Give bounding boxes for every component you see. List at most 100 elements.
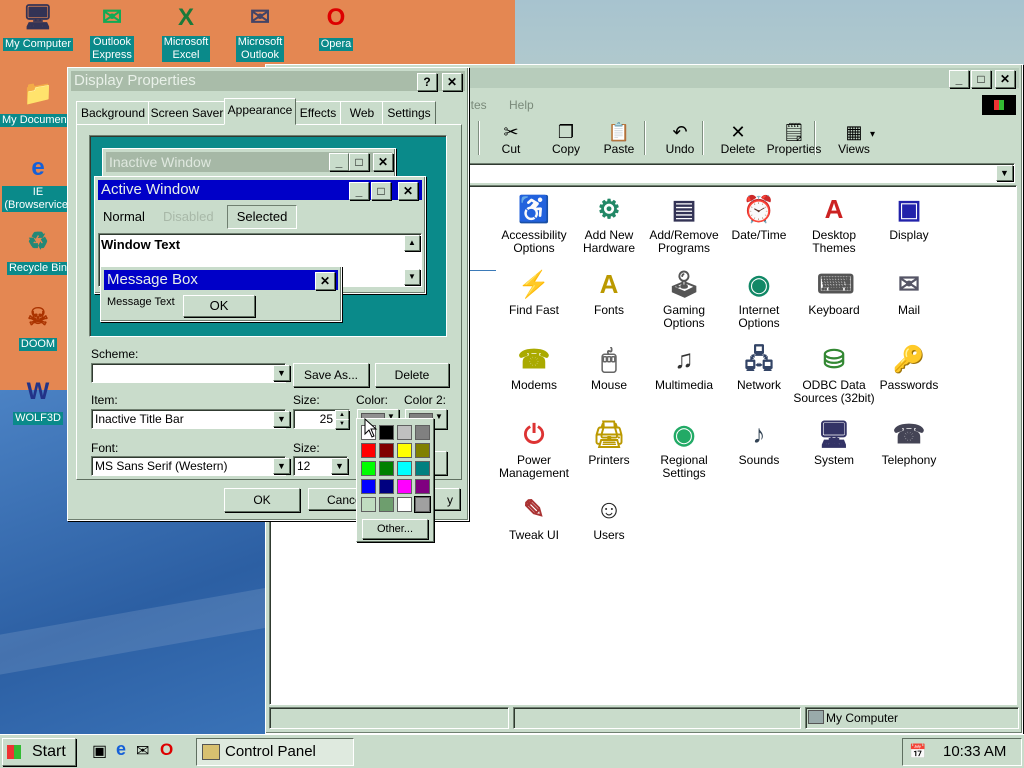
color-swatch[interactable] [415,461,430,476]
toolbar-cut-button[interactable]: ✂ Cut [483,122,539,156]
color-swatch[interactable] [397,461,412,476]
control-panel-item[interactable]: ◉ Internet Options [717,267,801,330]
color-swatch[interactable] [361,479,376,494]
views-dropdown-icon[interactable]: ▾ [870,129,875,140]
color-swatch[interactable] [379,479,394,494]
control-panel-item[interactable]: ✎ Tweak UI [492,492,576,542]
control-panel-item[interactable]: ⚙ Add New Hardware [567,192,651,255]
control-panel-item[interactable]: A Desktop Themes [792,192,876,255]
item-dropdown-icon[interactable]: ▼ [273,411,290,427]
toolbar-undo-button[interactable]: ↶ Undo [652,122,708,156]
tab-web[interactable]: Web [340,101,384,125]
color-label: Color: [356,393,389,407]
desktop-icon[interactable]: W WOLF3D [0,376,76,425]
control-panel-item[interactable]: ♫ Multimedia [642,342,726,392]
control-panel-item[interactable]: ☎ Modems [492,342,576,392]
control-panel-item[interactable]: ⛁ ODBC Data Sources (32bit) [792,342,876,405]
color-swatch[interactable] [397,479,412,494]
font-dropdown-icon[interactable]: ▼ [273,458,290,474]
toolbar-paste-button[interactable]: 📋 Paste [591,122,647,156]
other-color-button[interactable]: Other... [362,519,428,539]
color-swatch[interactable] [379,497,394,512]
color-swatch[interactable] [397,425,412,440]
control-panel-item[interactable]: 🖥 System [792,417,876,467]
control-panel-item[interactable]: 🖧 Network [717,342,801,392]
dialog-titlebar[interactable]: Display Properties [71,71,465,91]
minimize-button[interactable]: _ [949,70,969,88]
menu-help[interactable]: Help [509,98,534,112]
scheme-select[interactable] [91,363,286,383]
desktop-icon[interactable]: ☠ DOOM [0,302,76,351]
clock[interactable]: 10:33 AM [943,743,1006,760]
control-panel-item[interactable]: ⌨ Keyboard [792,267,876,317]
control-panel-item[interactable]: ▣ Display [867,192,951,242]
maximize-button[interactable]: □ [971,70,991,88]
control-panel-item[interactable]: ◉ Regional Settings [642,417,726,480]
spin-down-icon[interactable]: ▼ [335,419,349,429]
control-panel-item[interactable]: ♿ Accessibility Options [492,192,576,255]
help-button[interactable]: ? [417,73,437,91]
control-panel-item[interactable]: ✉ Mail [867,267,951,317]
control-panel-item[interactable]: 🖱 Mouse [567,342,651,392]
control-panel-item[interactable]: ☺ Users [567,492,651,542]
outlook-express-icon[interactable]: ✉ [136,741,149,761]
opera-icon[interactable]: O [160,740,173,760]
desktop-icon[interactable]: 📁 My Documents [0,78,78,127]
control-panel-item[interactable]: 🕹 Gaming Options [642,267,726,330]
show-desktop-icon[interactable]: ▣ [92,741,107,761]
scheme-dropdown-icon[interactable]: ▼ [273,365,290,381]
address-dropdown-icon[interactable]: ▼ [996,165,1013,181]
control-panel-item[interactable]: ⏰ Date/Time [717,192,801,242]
desktop-icon[interactable]: e IE (Browservice) [0,152,76,212]
control-panel-item[interactable]: 🔑 Passwords [867,342,951,392]
taskbar-control-panel[interactable]: Control Panel [196,738,354,766]
color-swatch[interactable] [379,425,394,440]
color-swatch[interactable] [379,443,394,458]
desktop-icon[interactable]: 🖥 My Computer [0,2,76,51]
desktop-icon[interactable]: ✉ Outlook Express [74,2,150,62]
color-swatch[interactable] [415,479,430,494]
color-swatch[interactable] [379,461,394,476]
tab-effects[interactable]: Effects [294,101,342,125]
ie-icon: e [31,154,45,181]
tab-settings[interactable]: Settings [382,101,436,125]
desktop-icon[interactable]: ✉ Microsoft Outlook [222,2,298,62]
menu-favorites[interactable]: ites [468,98,487,112]
color-swatch[interactable] [397,443,412,458]
toolbar-copy-button[interactable]: ❐ Copy [538,122,594,156]
tab-background[interactable]: Background [76,101,150,125]
toolbar-separator [702,121,704,155]
color-swatch[interactable] [361,443,376,458]
font-select[interactable]: MS Sans Serif (Western) [91,456,286,476]
control-panel-item[interactable]: 🖨 Printers [567,417,651,467]
save-as-button[interactable]: Save As... [293,363,369,387]
color-swatch[interactable] [361,497,376,512]
dialog-close-button[interactable]: ✕ [442,73,462,91]
color-swatch[interactable] [414,496,431,513]
item-select[interactable]: Inactive Title Bar [91,409,286,429]
control-panel-item[interactable]: ♪ Sounds [717,417,801,467]
control-panel-item[interactable]: ▤ Add/Remove Programs [642,192,726,255]
toolbar-delete-button[interactable]: ✕ Delete [710,122,766,156]
preview-area[interactable]: Inactive Window _ □ ✕ Active Window _ □ … [89,135,447,337]
desktop-icon[interactable]: X Microsoft Excel [148,2,224,62]
tab-screen-saver[interactable]: Screen Saver [148,101,226,125]
ie-icon[interactable]: e [116,739,126,760]
ok-button[interactable]: OK [224,488,300,512]
control-panel-item[interactable]: ⏻ Power Management [492,417,576,480]
scheduler-icon[interactable]: 📅 [909,743,926,760]
delete-scheme-button[interactable]: Delete [375,363,449,387]
close-button[interactable]: ✕ [995,70,1015,88]
control-panel-item[interactable]: A Fonts [567,267,651,317]
desktop-icon[interactable]: ♻ Recycle Bin [0,226,76,275]
color-swatch[interactable] [397,497,412,512]
font-size-dropdown-icon[interactable]: ▼ [331,458,348,474]
control-panel-item[interactable]: ☎ Telephony [867,417,951,467]
color-swatch[interactable] [361,461,376,476]
control-panel-item[interactable]: ⚡ Find Fast [492,267,576,317]
color-swatch[interactable] [415,425,430,440]
color-swatch[interactable] [415,443,430,458]
desktop-icon[interactable]: O Opera [298,2,374,51]
start-button[interactable]: Start [2,738,76,766]
tab-appearance[interactable]: Appearance [224,98,296,125]
